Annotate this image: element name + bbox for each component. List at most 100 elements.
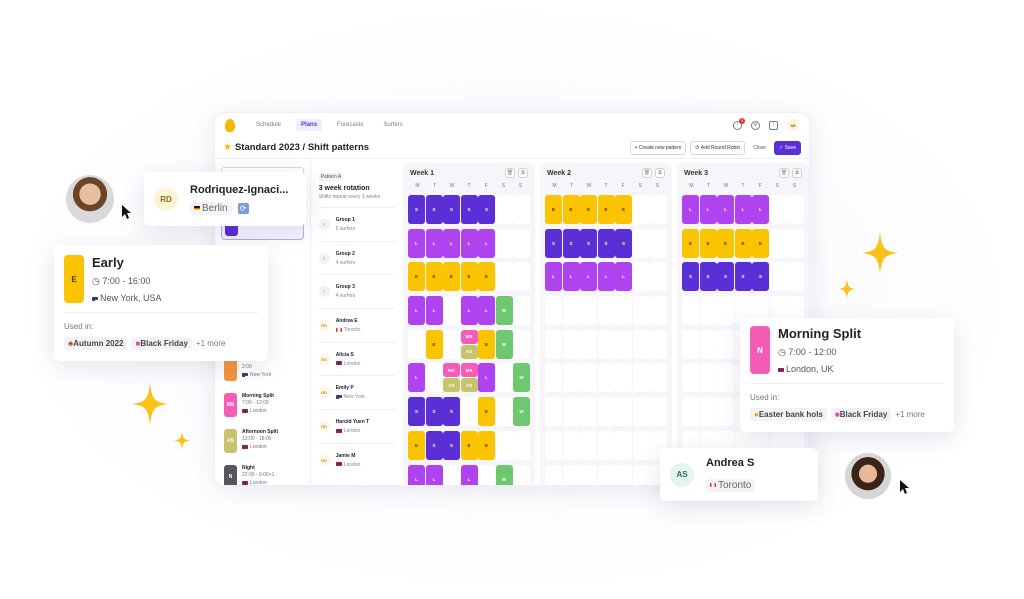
- day-cell[interactable]: S: [717, 262, 734, 292]
- day-cell[interactable]: [545, 329, 562, 359]
- day-cell[interactable]: L: [478, 363, 495, 393]
- shift-chip-s[interactable]: S: [545, 228, 562, 258]
- day-cell[interactable]: [650, 195, 667, 224]
- day-cell[interactable]: S: [478, 195, 495, 224]
- day-cell[interactable]: [632, 296, 650, 326]
- shift-chip-e[interactable]: E: [460, 262, 478, 292]
- day-cell[interactable]: S: [443, 195, 460, 224]
- day-cell[interactable]: [580, 329, 597, 359]
- day-cell[interactable]: L: [425, 228, 443, 258]
- day-cell[interactable]: S: [699, 262, 717, 292]
- day-cell[interactable]: S: [443, 430, 460, 460]
- day-cell[interactable]: [513, 464, 530, 485]
- day-cell[interactable]: [615, 329, 632, 359]
- day-cell[interactable]: [615, 397, 632, 427]
- shift-chip-e[interactable]: E: [752, 228, 769, 258]
- shift-chip-s[interactable]: S: [562, 228, 580, 258]
- shift-chip-e[interactable]: E: [478, 329, 495, 359]
- day-cell[interactable]: E: [734, 228, 752, 258]
- day-cell[interactable]: L: [682, 195, 699, 224]
- shift-chip-s[interactable]: S: [717, 262, 734, 292]
- shift-chip-s[interactable]: S: [682, 262, 699, 292]
- day-cell[interactable]: [632, 329, 650, 359]
- day-cell[interactable]: [787, 195, 804, 224]
- day-cell[interactable]: [513, 195, 530, 224]
- day-cell[interactable]: L: [752, 195, 769, 224]
- day-cell[interactable]: [650, 397, 667, 427]
- shift-chip-e[interactable]: E: [717, 228, 734, 258]
- star-icon[interactable]: ★: [223, 142, 232, 153]
- day-cell[interactable]: [425, 363, 443, 393]
- shift-chip-s[interactable]: S: [580, 228, 597, 258]
- shift-card-early[interactable]: E Early ◷ 7:00 - 16:00 New York, USA Use…: [54, 245, 268, 361]
- day-cell[interactable]: MS AS: [443, 363, 460, 393]
- trash-icon[interactable]: 🗑: [642, 168, 652, 178]
- day-cell[interactable]: [545, 296, 562, 326]
- day-cell[interactable]: S: [425, 195, 443, 224]
- shift-chip-l[interactable]: L: [408, 363, 425, 393]
- used-in-pill[interactable]: ♣ Autumn 2022: [64, 337, 128, 350]
- day-cell[interactable]: [632, 464, 650, 485]
- shift-chip-w[interactable]: W: [495, 296, 513, 326]
- add-round-robin-button[interactable]: ⟳ Add Round Robin: [690, 140, 746, 155]
- day-cell[interactable]: E: [752, 228, 769, 258]
- day-cell[interactable]: [562, 363, 580, 393]
- day-cell[interactable]: S: [597, 228, 615, 258]
- save-button[interactable]: ✓ Save: [774, 140, 801, 155]
- shift-chip-l[interactable]: L: [460, 464, 478, 485]
- shift-type-item[interactable]: N Night 22:00 - 6:00+1 London: [221, 462, 304, 485]
- shift-chip-e[interactable]: E: [597, 195, 615, 224]
- day-cell[interactable]: S: [460, 195, 478, 224]
- shift-chip-s[interactable]: S: [443, 430, 460, 460]
- day-cell[interactable]: [699, 363, 717, 393]
- day-cell[interactable]: [632, 195, 650, 224]
- copy-icon[interactable]: ⧉: [792, 168, 802, 178]
- day-cell[interactable]: [650, 296, 667, 326]
- shift-chip-l[interactable]: L: [597, 262, 615, 292]
- day-cell[interactable]: [562, 397, 580, 427]
- gear-icon[interactable]: ⚙: [751, 120, 760, 130]
- day-cell[interactable]: [787, 228, 804, 258]
- day-cell[interactable]: E: [717, 228, 734, 258]
- create-pattern-button[interactable]: + Create new pattern: [629, 140, 687, 155]
- day-cell[interactable]: E: [478, 329, 495, 359]
- shift-chip-l[interactable]: L: [699, 195, 717, 224]
- shift-type-item[interactable]: MS Morning Split 7:00 - 12:00 London: [221, 390, 304, 420]
- day-cell[interactable]: E: [597, 195, 615, 224]
- day-cell[interactable]: [513, 262, 530, 292]
- day-cell[interactable]: [650, 228, 667, 258]
- more-link[interactable]: +1 more: [196, 339, 226, 348]
- used-in-pill[interactable]: ■ Black Friday: [131, 337, 192, 350]
- shift-chip-l[interactable]: L: [562, 262, 580, 292]
- day-cell[interactable]: L: [460, 464, 478, 485]
- day-cell[interactable]: W: [495, 329, 513, 359]
- day-cell[interactable]: W: [513, 397, 530, 427]
- shift-chip-l[interactable]: L: [734, 195, 752, 224]
- day-cell[interactable]: [615, 430, 632, 460]
- day-cell[interactable]: [650, 329, 667, 359]
- day-cell[interactable]: L: [425, 296, 443, 326]
- shift-chip-s[interactable]: S: [443, 397, 460, 427]
- day-cell[interactable]: S: [734, 262, 752, 292]
- shift-chip-s[interactable]: S: [699, 262, 717, 292]
- day-cell[interactable]: L: [408, 296, 425, 326]
- day-cell[interactable]: L: [597, 262, 615, 292]
- day-cell[interactable]: [597, 296, 615, 326]
- day-cell[interactable]: L: [460, 228, 478, 258]
- shift-chip-l[interactable]: L: [443, 228, 460, 258]
- shift-chip-l[interactable]: L: [460, 296, 478, 326]
- shift-chip-s[interactable]: S: [597, 228, 615, 258]
- day-cell[interactable]: [580, 296, 597, 326]
- day-cell[interactable]: [615, 464, 632, 485]
- day-cell[interactable]: [580, 397, 597, 427]
- shift-chip-w[interactable]: W: [513, 397, 530, 427]
- day-cell[interactable]: S: [562, 228, 580, 258]
- copy-icon[interactable]: ⧉: [655, 168, 665, 178]
- notifications-icon[interactable]: ! 3: [733, 117, 745, 130]
- surfer-card-andrea[interactable]: AS Andrea S Toronto: [660, 448, 818, 501]
- day-cell[interactable]: E: [425, 329, 443, 359]
- day-cell[interactable]: [580, 464, 597, 485]
- day-cell[interactable]: [513, 430, 530, 460]
- shift-chip-l[interactable]: L: [580, 262, 597, 292]
- day-cell[interactable]: [769, 228, 787, 258]
